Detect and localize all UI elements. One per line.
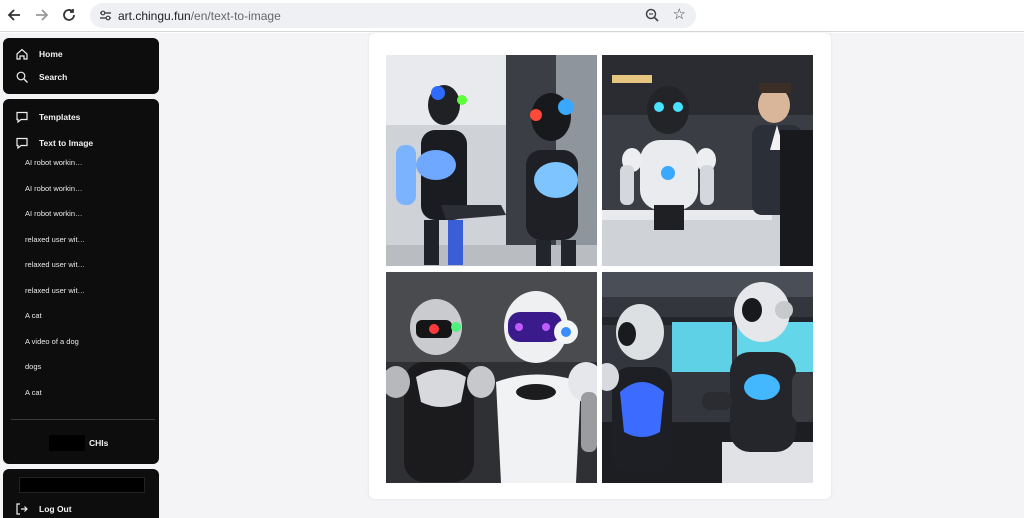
history-item[interactable]: AI robot workin… (25, 209, 83, 218)
sidebar-item-templates[interactable]: Templates (15, 110, 80, 124)
search-icon (16, 71, 28, 83)
chat-bubble-icon (16, 137, 28, 150)
history-item[interactable]: A cat (25, 311, 42, 320)
url-host: art.chingu.fun (118, 9, 191, 23)
sidebar-item-search[interactable]: Search (15, 70, 67, 84)
logout-button[interactable]: Log Out (15, 502, 72, 516)
url-path: /en/text-to-image (190, 9, 281, 23)
credits-redacted-value (49, 435, 85, 451)
logout-icon (16, 503, 28, 515)
browser-toolbar: art.chingu.fun/en/text-to-image ☆ (0, 0, 1024, 32)
history-item[interactable]: AI robot workin… (25, 184, 83, 193)
site-settings-icon[interactable] (98, 8, 113, 23)
history-item[interactable]: A video of a dog (25, 337, 79, 346)
history-item[interactable]: relaxed user wit… (25, 260, 85, 269)
history-item[interactable]: relaxed user wit… (25, 235, 85, 244)
credits-label: CHIs (89, 438, 109, 448)
generated-image-4[interactable] (602, 272, 813, 483)
sidebar-item-text-to-image[interactable]: Text to Image (15, 136, 93, 150)
user-name-redacted (19, 477, 145, 493)
chat-bubble-icon (16, 111, 28, 124)
credits-display: CHIs (49, 435, 108, 451)
address-bar[interactable]: art.chingu.fun/en/text-to-image ☆ (90, 3, 696, 28)
app-area: Home Search Templates Text to Image AI r… (0, 33, 1024, 518)
sidebar-item-label: Search (39, 72, 68, 82)
generated-image-2[interactable] (602, 55, 813, 266)
history-item[interactable]: A cat (25, 388, 42, 397)
sidebar-divider (11, 419, 155, 420)
reload-icon[interactable] (58, 4, 80, 26)
sidebar-main-panel: Templates Text to Image AI robot workin…… (3, 99, 159, 464)
history-item[interactable]: relaxed user wit… (25, 286, 85, 295)
logout-label: Log Out (39, 504, 72, 514)
sidebar-item-label: Templates (39, 112, 81, 122)
forward-arrow-icon[interactable] (30, 4, 52, 26)
sidebar-user-panel: Log Out (3, 469, 159, 518)
history-item[interactable]: dogs (25, 362, 41, 371)
generated-image-3[interactable] (386, 272, 597, 483)
bookmark-star-icon[interactable]: ☆ (673, 5, 686, 23)
history-item[interactable]: AI robot workin… (25, 158, 83, 167)
sidebar-item-label: Text to Image (39, 138, 94, 148)
generated-image-1[interactable] (386, 55, 597, 266)
sidebar-item-home[interactable]: Home (15, 47, 63, 61)
back-arrow-icon[interactable] (4, 4, 26, 26)
home-icon (16, 48, 28, 60)
url-text: art.chingu.fun/en/text-to-image (118, 9, 281, 23)
image-results-card (369, 33, 831, 499)
sidebar-top-panel: Home Search (3, 38, 159, 94)
zoom-icon[interactable] (644, 7, 660, 23)
sidebar-item-label: Home (39, 49, 63, 59)
